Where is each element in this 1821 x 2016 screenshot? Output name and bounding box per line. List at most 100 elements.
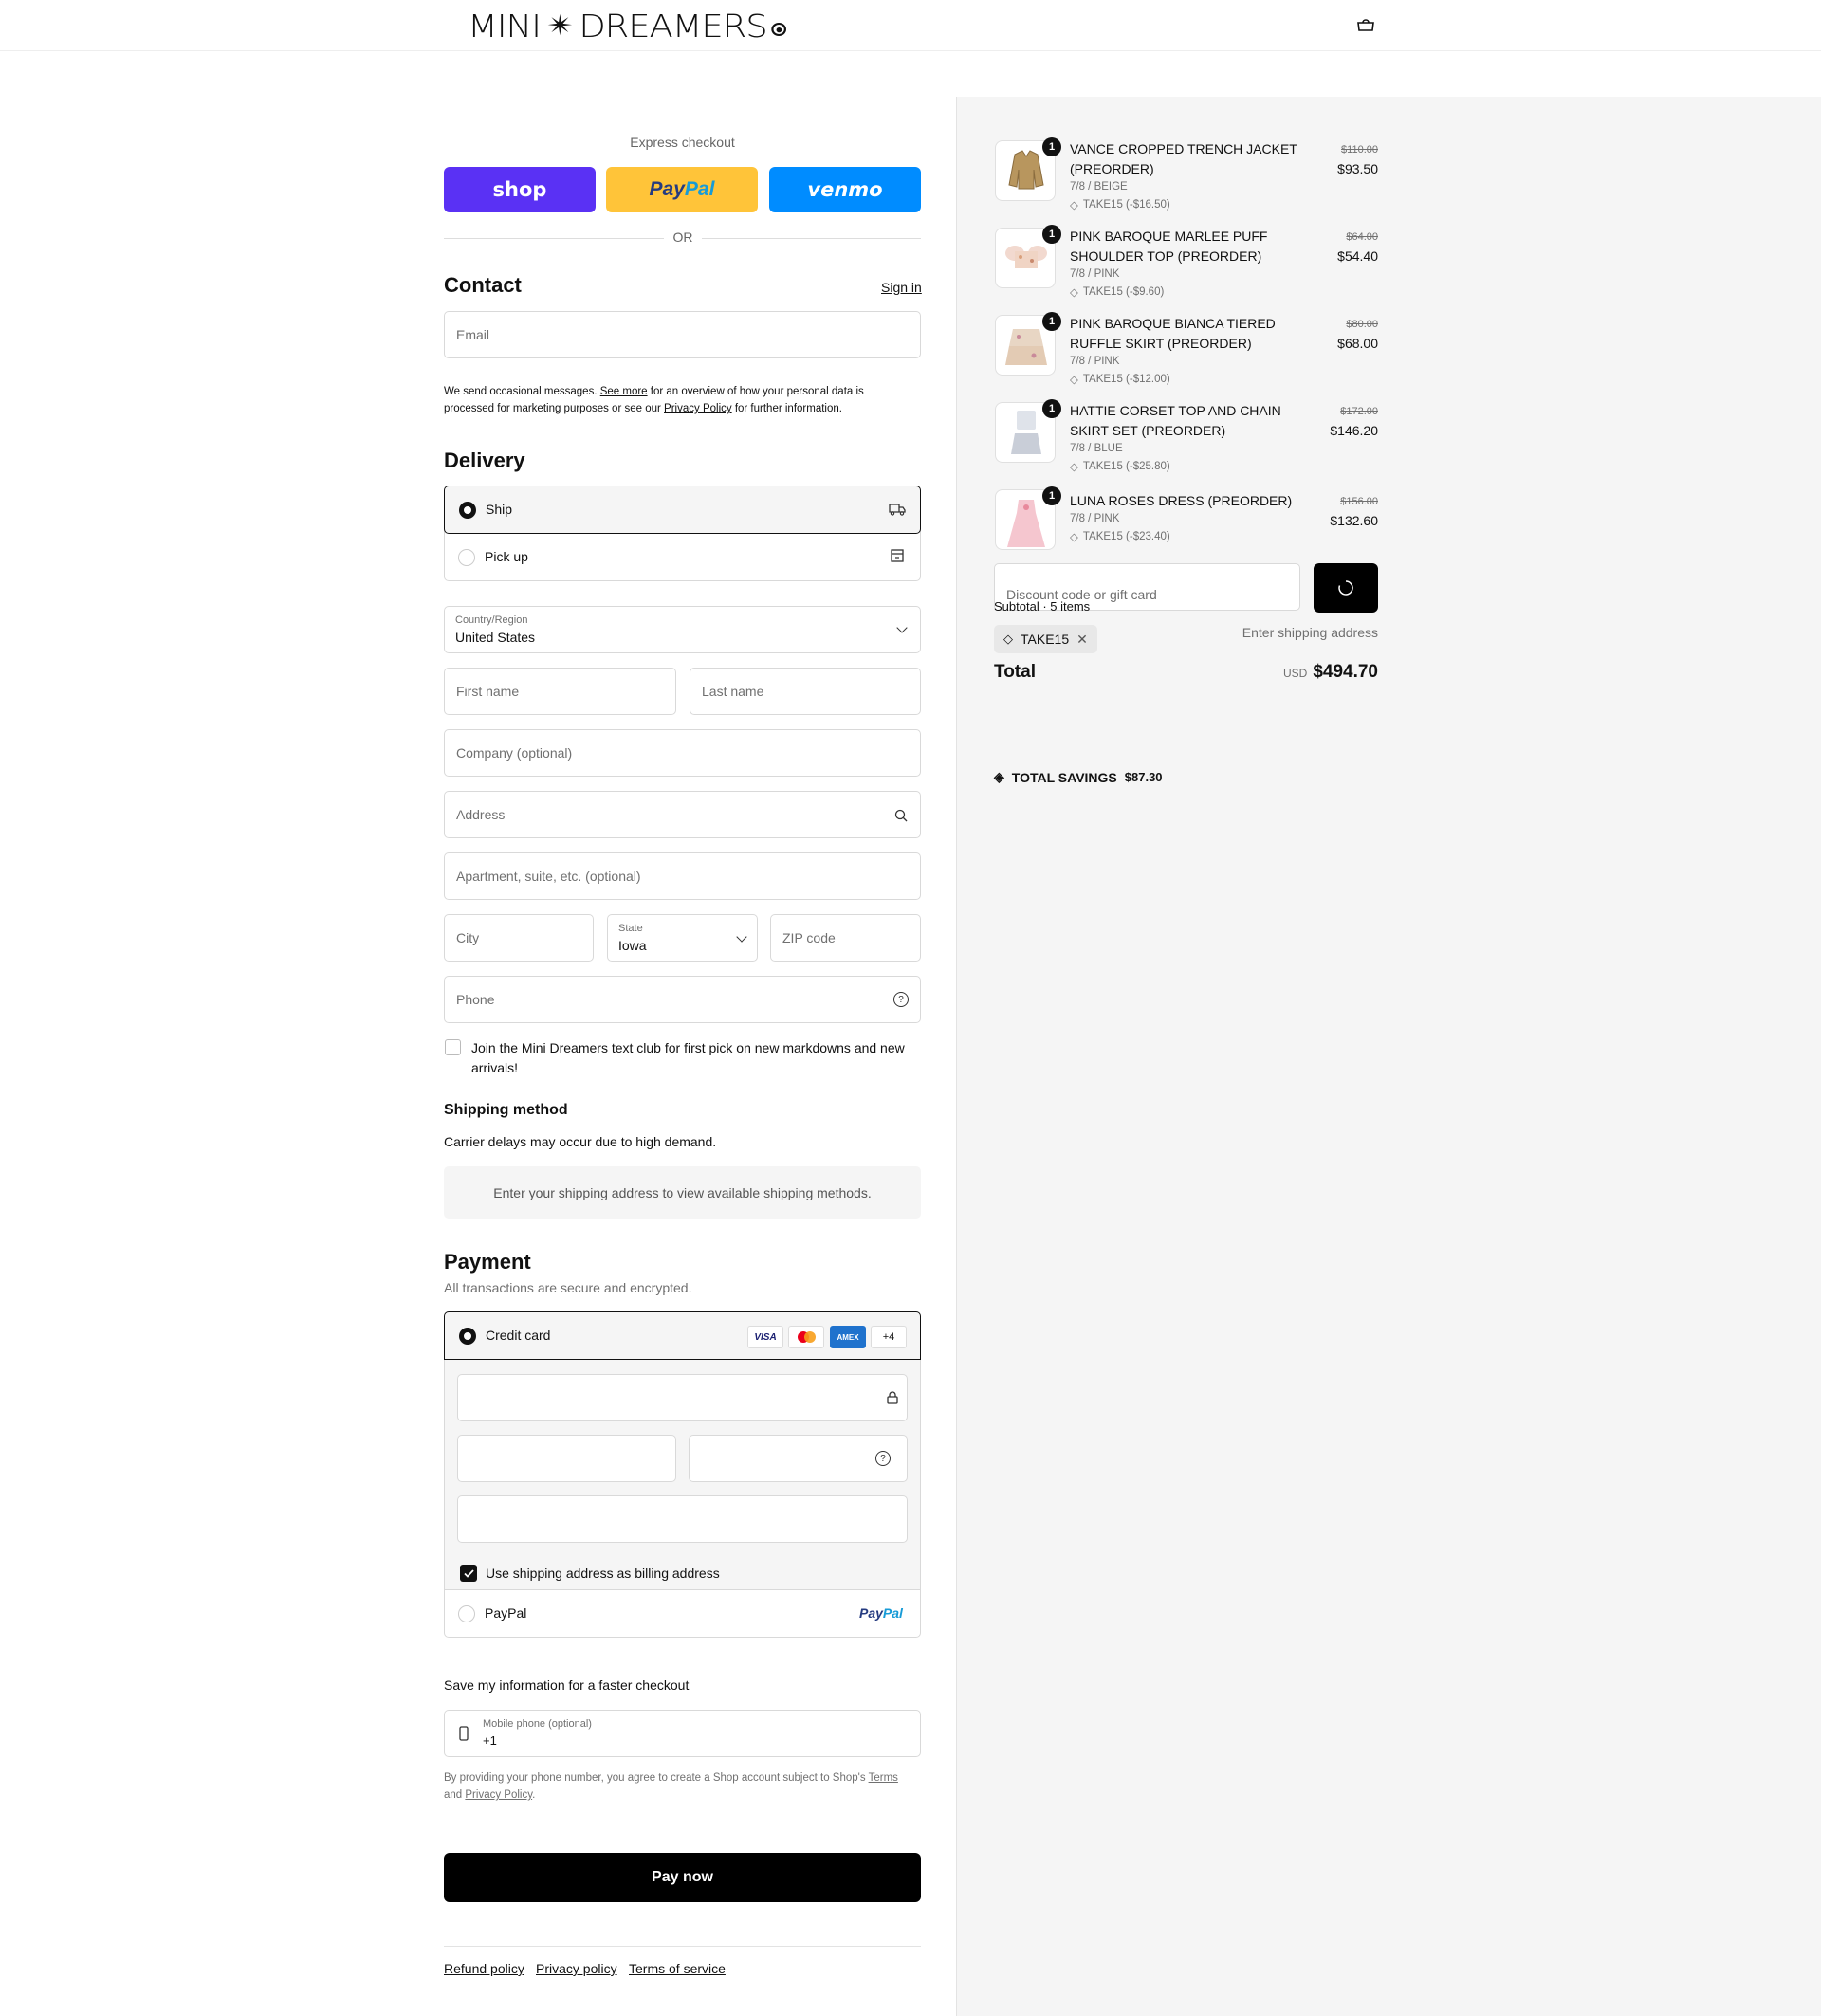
express-checkout-label: Express checkout [630, 135, 735, 150]
item-discount-text: TAKE15 (-$12.00) [1082, 374, 1170, 385]
last-name-field[interactable]: Last name [690, 668, 921, 715]
tag-icon: ◇ [1003, 632, 1013, 646]
item-price: $54.40 [1337, 248, 1378, 264]
mobile-icon [459, 1726, 469, 1741]
or-divider-text: OR [664, 229, 702, 245]
lock-icon [887, 1391, 898, 1404]
header: MINI ✴ DREAMERS ● [0, 0, 1821, 51]
privacy-policy-footer-link[interactable]: Privacy policy [536, 1961, 617, 1976]
item-name: LUNA ROSES DRESS (PREORDER) [1070, 493, 1293, 508]
refund-policy-link[interactable]: Refund policy [444, 1961, 524, 1976]
zip-placeholder: ZIP code [782, 930, 836, 945]
paypal-logo-1: Pay [859, 1605, 883, 1621]
mobile-phone-field[interactable]: Mobile phone (optional) +1 [444, 1710, 921, 1757]
paypal-logo: PayPal [859, 1605, 903, 1621]
phone-field[interactable]: Phone ? [444, 976, 921, 1023]
bag-icon[interactable] [1356, 17, 1375, 32]
item-name: PINK BAROQUE BIANCA TIERED RUFFLE SKIRT … [1070, 316, 1276, 351]
item-price: $68.00 [1337, 336, 1378, 351]
address-placeholder: Address [456, 807, 506, 822]
privacy-policy-link[interactable]: Privacy Policy [664, 403, 732, 414]
paypal-label-1: Pay [649, 178, 685, 200]
total-savings: ◈ TOTAL SAVINGS $87.30 [994, 769, 1163, 785]
item-original-price: $80.00 [1346, 319, 1378, 330]
discount-tag: ◇ TAKE15 ✕ [994, 625, 1097, 653]
company-placeholder: Company (optional) [456, 745, 573, 761]
item-name: PINK BAROQUE MARLEE PUFF SHOULDER TOP (P… [1070, 229, 1268, 264]
card-number-field[interactable] [457, 1374, 908, 1421]
item-discount: ◇ TAKE15 (-$23.40) [1070, 530, 1170, 543]
amex-label: AMEX [837, 1332, 859, 1342]
store-logo[interactable]: MINI ✴ DREAMERS ● [468, 7, 786, 45]
phone-placeholder: Phone [456, 992, 495, 1007]
pay-now-button[interactable]: Pay now [444, 1853, 921, 1902]
company-field[interactable]: Company (optional) [444, 729, 921, 777]
email-field[interactable]: Email [444, 311, 921, 358]
item-original-price: $156.00 [1340, 496, 1378, 507]
chevron-down-icon [896, 622, 908, 633]
shop-privacy-link[interactable]: Privacy Policy [465, 1789, 532, 1801]
sign-in-link[interactable]: Sign in [881, 280, 922, 295]
star-icon: ✴ [546, 9, 574, 43]
venmo-button[interactable]: venmo [769, 167, 921, 212]
last-name-placeholder: Last name [702, 684, 764, 699]
total-value: $494.70 [1313, 662, 1378, 682]
tag-icon: ◇ [1070, 532, 1078, 543]
expiration-field[interactable] [457, 1435, 676, 1482]
shop-terms-link[interactable]: Terms [869, 1772, 898, 1784]
item-variant: 7/8 / PINK [1070, 268, 1120, 280]
state-label: State [618, 923, 643, 934]
shop-pay-label: shop [492, 178, 547, 201]
see-more-link[interactable]: See more [600, 386, 648, 397]
address-field[interactable]: Address [444, 791, 921, 838]
item-discount: ◇ TAKE15 (-$25.80) [1070, 460, 1170, 473]
quantity-badge: 1 [1042, 486, 1061, 505]
paypal-label-2: Pal [684, 178, 715, 200]
item-price: $93.50 [1337, 161, 1378, 176]
apply-discount-button[interactable] [1314, 563, 1378, 613]
credit-card-radio[interactable] [459, 1328, 476, 1345]
apartment-field[interactable]: Apartment, suite, etc. (optional) [444, 852, 921, 900]
paypal-button[interactable]: Pay Pal [606, 167, 758, 212]
billing-checkbox[interactable] [460, 1565, 477, 1582]
terms-of-service-link[interactable]: Terms of service [629, 1961, 726, 1976]
state-select[interactable]: State Iowa [607, 914, 758, 962]
shop-pay-button[interactable]: shop [444, 167, 596, 212]
tag-icon: ◈ [994, 769, 1004, 784]
help-icon[interactable]: ? [893, 992, 909, 1007]
help-icon[interactable]: ? [875, 1451, 891, 1466]
first-name-field[interactable]: First name [444, 668, 676, 715]
country-label: Country/Region [455, 614, 528, 626]
item-discount-text: TAKE15 (-$25.80) [1082, 461, 1170, 472]
city-field[interactable]: City [444, 914, 594, 962]
paypal-logo-2: Pal [882, 1605, 903, 1621]
pickup-option[interactable]: Pick up [444, 534, 921, 581]
venmo-label: venmo [807, 178, 883, 201]
terms-text-2: and [444, 1789, 466, 1801]
city-placeholder: City [456, 930, 480, 945]
text-club-checkbox[interactable] [445, 1039, 461, 1055]
security-code-field[interactable]: ? [689, 1435, 908, 1482]
state-value: Iowa [618, 938, 647, 953]
credit-card-form: ? Use shipping address as billing addres… [445, 1360, 920, 1590]
terms-text-1: By providing your phone number, you agre… [444, 1772, 869, 1784]
ship-option[interactable]: Ship [444, 486, 921, 534]
subtotal-label: Subtotal · 5 items [994, 599, 1091, 614]
country-select[interactable]: Country/Region United States [444, 606, 921, 653]
shipping-placeholder-text: Enter your shipping address to view avai… [493, 1184, 872, 1200]
paypal-option[interactable]: PayPal PayPal [444, 1590, 921, 1638]
total-savings-value: $87.30 [1124, 770, 1163, 784]
shipping-methods-placeholder: Enter your shipping address to view avai… [444, 1166, 921, 1219]
item-price: $132.60 [1330, 513, 1378, 528]
paypal-radio[interactable] [458, 1605, 475, 1622]
name-on-card-field[interactable] [457, 1495, 908, 1543]
mastercard-icon [788, 1326, 824, 1348]
shipping-value: Enter shipping address [1242, 625, 1378, 640]
pickup-radio[interactable] [458, 549, 475, 566]
payment-heading: Payment [444, 1250, 531, 1274]
close-icon[interactable]: ✕ [1076, 632, 1088, 648]
logo-text-dreamers: DREAMERS [579, 7, 767, 45]
ship-radio[interactable] [459, 502, 476, 519]
terms-text-3: . [532, 1789, 536, 1801]
zip-field[interactable]: ZIP code [770, 914, 921, 962]
